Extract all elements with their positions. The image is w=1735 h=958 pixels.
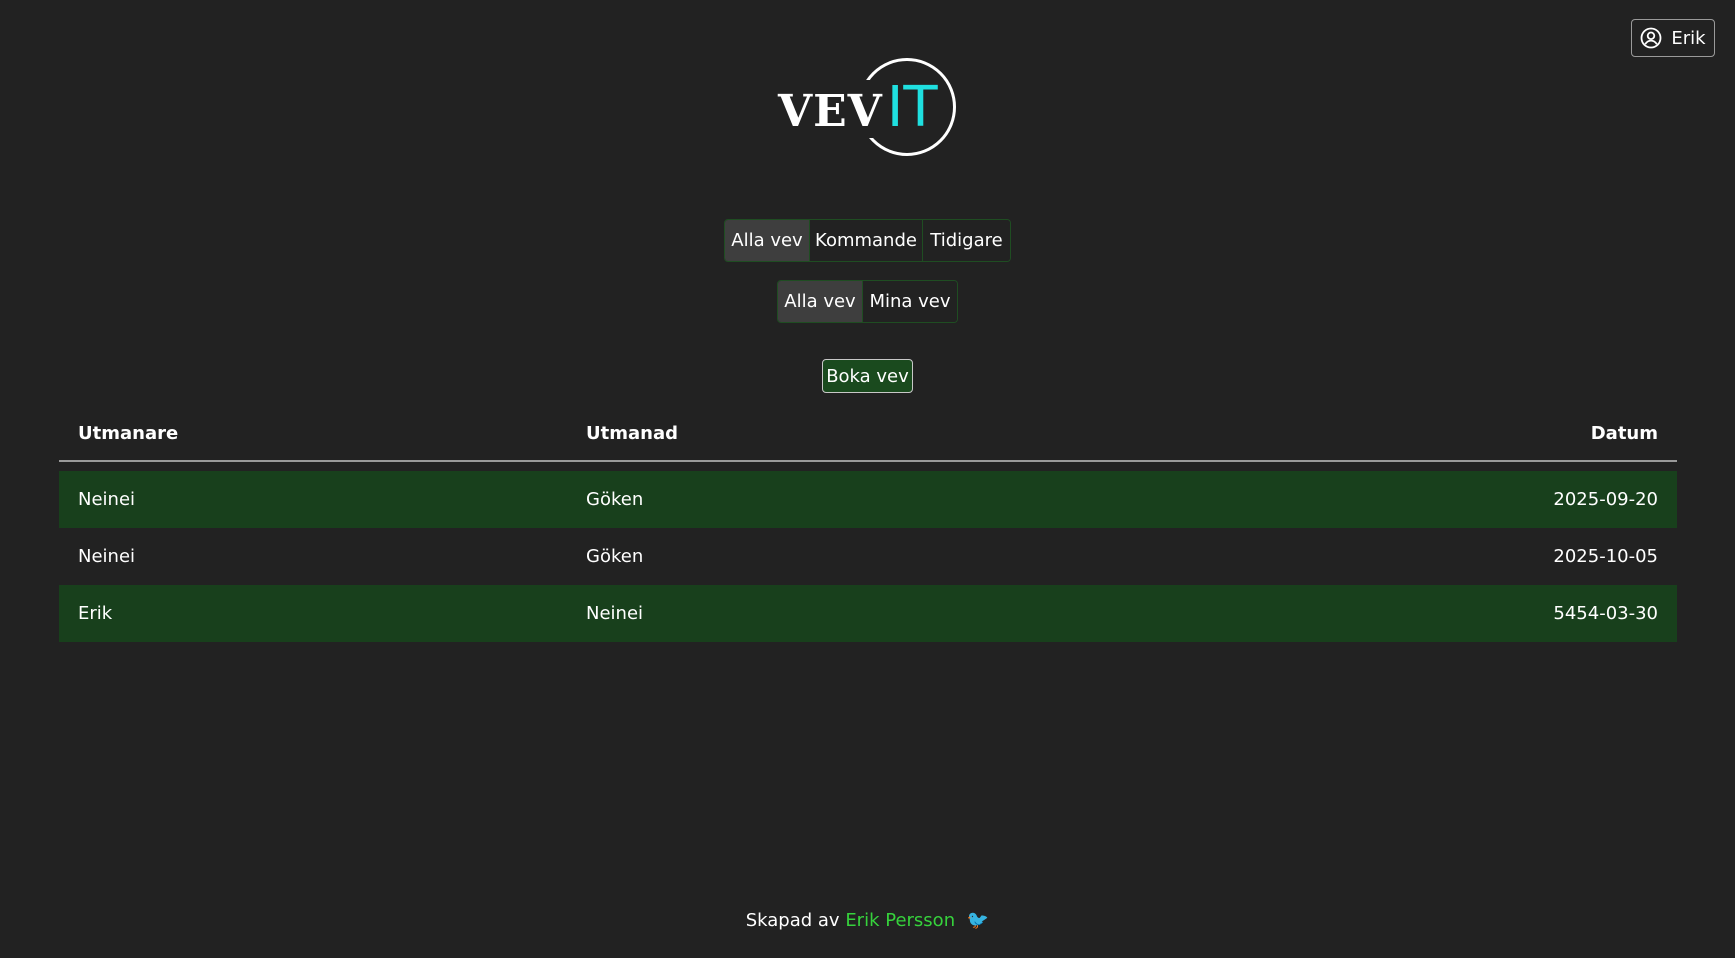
book-vev-button[interactable]: Boka vev bbox=[822, 359, 913, 393]
filter-upcoming[interactable]: Kommande bbox=[810, 220, 923, 261]
bird-icon: 🐦 bbox=[966, 910, 990, 931]
user-circle-icon bbox=[1640, 27, 1662, 49]
table-body: Neinei Göken 2025-09-20 Neinei Göken 202… bbox=[59, 471, 1677, 642]
cell-challenger: Neinei bbox=[78, 546, 136, 567]
logo-text-vev: VEV bbox=[778, 86, 885, 138]
cell-date: 2025-09-20 bbox=[1553, 489, 1658, 510]
table-row[interactable]: Erik Neinei 5454-03-30 bbox=[59, 585, 1677, 642]
cell-date: 5454-03-30 bbox=[1553, 603, 1658, 624]
footer-prefix: Skapad av bbox=[745, 910, 840, 931]
column-header-challenged: Utmanad bbox=[586, 422, 678, 444]
logo-wordmark: VEV IT bbox=[778, 80, 938, 138]
table-header: Utmanare Utmanad Datum bbox=[59, 406, 1677, 462]
cell-challenged: Göken bbox=[586, 489, 644, 510]
time-filter-group: Alla vev Kommande Tidigare bbox=[724, 219, 1011, 262]
page: Erik VEV IT Alla vev Kommande Tidigare A… bbox=[0, 0, 1735, 958]
table-row[interactable]: Neinei Göken 2025-09-20 bbox=[59, 471, 1677, 528]
filter-all-vev[interactable]: Alla vev bbox=[725, 220, 810, 261]
user-menu-button[interactable]: Erik bbox=[1631, 19, 1715, 57]
cell-challenged: Neinei bbox=[586, 603, 644, 624]
table-row[interactable]: Neinei Göken 2025-10-05 bbox=[59, 528, 1677, 585]
user-name: Erik bbox=[1671, 27, 1706, 49]
author-link[interactable]: Erik Persson bbox=[845, 910, 955, 931]
column-header-challenger: Utmanare bbox=[78, 422, 179, 444]
filter-past[interactable]: Tidigare bbox=[923, 220, 1010, 261]
cell-challenged: Göken bbox=[586, 546, 644, 567]
filter-all-owners[interactable]: Alla vev bbox=[778, 281, 863, 322]
column-header-date: Datum bbox=[1590, 422, 1658, 444]
footer: Skapad av Erik Persson 🐦 bbox=[0, 910, 1735, 931]
logo-text-it: IT bbox=[886, 75, 938, 140]
vev-table: Utmanare Utmanad Datum Neinei Göken 2025… bbox=[59, 406, 1677, 642]
owner-filter-group: Alla vev Mina vev bbox=[777, 280, 958, 323]
filter-my-vev[interactable]: Mina vev bbox=[863, 281, 957, 322]
cell-date: 2025-10-05 bbox=[1553, 546, 1658, 567]
cell-challenger: Erik bbox=[78, 603, 113, 624]
vevit-logo: VEV IT bbox=[776, 56, 961, 164]
cell-challenger: Neinei bbox=[78, 489, 136, 510]
